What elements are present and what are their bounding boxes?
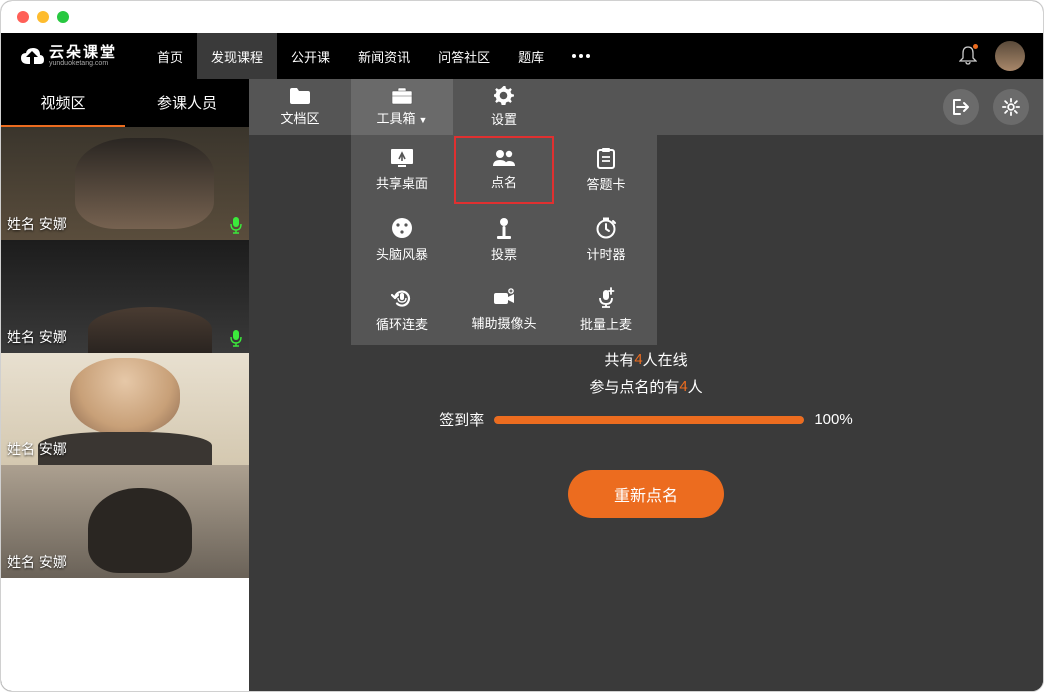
batch-mic-icon: [596, 287, 616, 309]
user-avatar[interactable]: [995, 41, 1025, 71]
tool-answer-card[interactable]: 答题卡: [555, 135, 657, 205]
briefcase-icon: [391, 87, 413, 105]
video-tile[interactable]: 姓名 安娜: [1, 353, 249, 466]
gear-icon: [1002, 98, 1020, 116]
tab-settings[interactable]: 设置: [453, 79, 555, 135]
video-name-label: 姓名 安娜: [7, 552, 67, 572]
notifications-button[interactable]: [959, 45, 977, 68]
tool-label: 共享桌面: [376, 173, 428, 192]
rollcall-stats: 共有4人在线 参与点名的有4人 签到率 100% 重新点名: [249, 349, 1043, 518]
minimize-window-button[interactable]: [37, 11, 49, 23]
video-tile[interactable]: 姓名 安娜: [1, 127, 249, 240]
window-titlebar: [1, 1, 1043, 33]
tool-brainstorm[interactable]: 头脑风暴: [351, 205, 453, 275]
video-tile[interactable]: 姓名 安娜: [1, 465, 249, 578]
video-tile[interactable]: 姓名 安娜: [1, 240, 249, 353]
progress-bar: [494, 416, 804, 424]
tool-label: 答题卡: [586, 174, 625, 193]
nav-public[interactable]: 公开课: [277, 33, 344, 79]
nav-items: 首页 发现课程 公开课 新闻资讯 问答社区 题库: [143, 33, 604, 79]
maximize-window-button[interactable]: [57, 11, 69, 23]
tool-timer[interactable]: 计时器: [555, 205, 657, 275]
answer-card-icon: [596, 147, 616, 169]
tool-batch-mic[interactable]: 批量上麦: [555, 275, 657, 345]
tool-label: 投票: [491, 244, 517, 263]
mic-icon: [229, 329, 243, 347]
aux-camera-icon: [492, 288, 516, 308]
people-icon: [492, 149, 516, 167]
brand-sub: yunduoketang.com: [49, 60, 117, 67]
share-screen-icon: [390, 148, 414, 168]
tool-share-screen[interactable]: 共享桌面: [351, 135, 453, 205]
folder-icon: [289, 87, 311, 105]
gear-icon: [494, 86, 514, 106]
exit-button[interactable]: [943, 89, 979, 125]
toolbox-dropdown: 共享桌面 点名 答题卡 头脑风暴: [351, 135, 657, 345]
settings-button[interactable]: [993, 89, 1029, 125]
tool-vote[interactable]: 投票: [453, 205, 555, 275]
tool-label: 批量上麦: [580, 314, 632, 333]
video-tile[interactable]: [1, 578, 249, 691]
progress-fill: [494, 416, 804, 424]
video-name-label: 姓名 安娜: [7, 439, 67, 459]
timer-icon: [595, 217, 617, 239]
nav-home[interactable]: 首页: [143, 33, 197, 79]
nav-bank[interactable]: 题库: [504, 33, 558, 79]
nav-discover[interactable]: 发现课程: [197, 33, 277, 79]
mic-icon: [229, 216, 243, 234]
tool-label: 循环连麦: [376, 314, 428, 333]
participated-count-line: 参与点名的有4人: [589, 376, 702, 397]
rate-label: 签到率: [439, 409, 484, 430]
tool-cycle-mic[interactable]: 循环连麦: [351, 275, 453, 345]
tool-aux-camera[interactable]: 辅助摄像头: [453, 275, 555, 345]
notification-dot: [973, 44, 978, 49]
vote-icon: [495, 217, 513, 239]
checkin-rate-row: 签到率 100%: [439, 409, 852, 430]
exit-icon: [952, 99, 970, 115]
brand-name: 云朵课堂: [49, 45, 117, 60]
nav-more[interactable]: [558, 33, 604, 79]
brainstorm-icon: [391, 217, 413, 239]
cycle-mic-icon: [391, 287, 413, 309]
rate-value: 100%: [814, 411, 852, 428]
tool-label: 点名: [491, 172, 517, 191]
tab-toolbox[interactable]: 工具箱▼: [351, 79, 453, 135]
video-name-label: 姓名 安娜: [7, 327, 67, 347]
tab-video-area[interactable]: 视频区: [1, 79, 125, 127]
video-list: 姓名 安娜 姓名 安娜 姓名 安娜: [1, 127, 249, 691]
content-toolbar: 文档区 工具箱▼ 设置: [249, 79, 1043, 135]
video-name-label: 姓名 安娜: [7, 214, 67, 234]
brand-logo[interactable]: 云朵课堂 yunduoketang.com: [19, 45, 117, 67]
sidebar: 视频区 参课人员 姓名 安娜 姓名 安娜: [1, 79, 249, 691]
tool-label: 计时器: [586, 244, 625, 263]
tool-label: 设置: [491, 109, 517, 128]
online-count-line: 共有4人在线: [604, 349, 687, 370]
tab-documents[interactable]: 文档区: [249, 79, 351, 135]
tool-label: 工具箱▼: [377, 108, 428, 127]
nav-news[interactable]: 新闻资讯: [344, 33, 424, 79]
tool-label: 辅助摄像头: [471, 313, 536, 332]
tab-participants[interactable]: 参课人员: [125, 79, 249, 127]
tool-label: 头脑风暴: [376, 244, 428, 263]
nav-qa[interactable]: 问答社区: [424, 33, 504, 79]
tool-roll-call[interactable]: 点名: [453, 135, 555, 205]
top-nav: 云朵课堂 yunduoketang.com 首页 发现课程 公开课 新闻资讯 问…: [1, 33, 1043, 79]
content-area: 文档区 工具箱▼ 设置: [249, 79, 1043, 691]
tool-label: 文档区: [280, 108, 319, 127]
restart-rollcall-button[interactable]: 重新点名: [568, 470, 724, 518]
close-window-button[interactable]: [17, 11, 29, 23]
